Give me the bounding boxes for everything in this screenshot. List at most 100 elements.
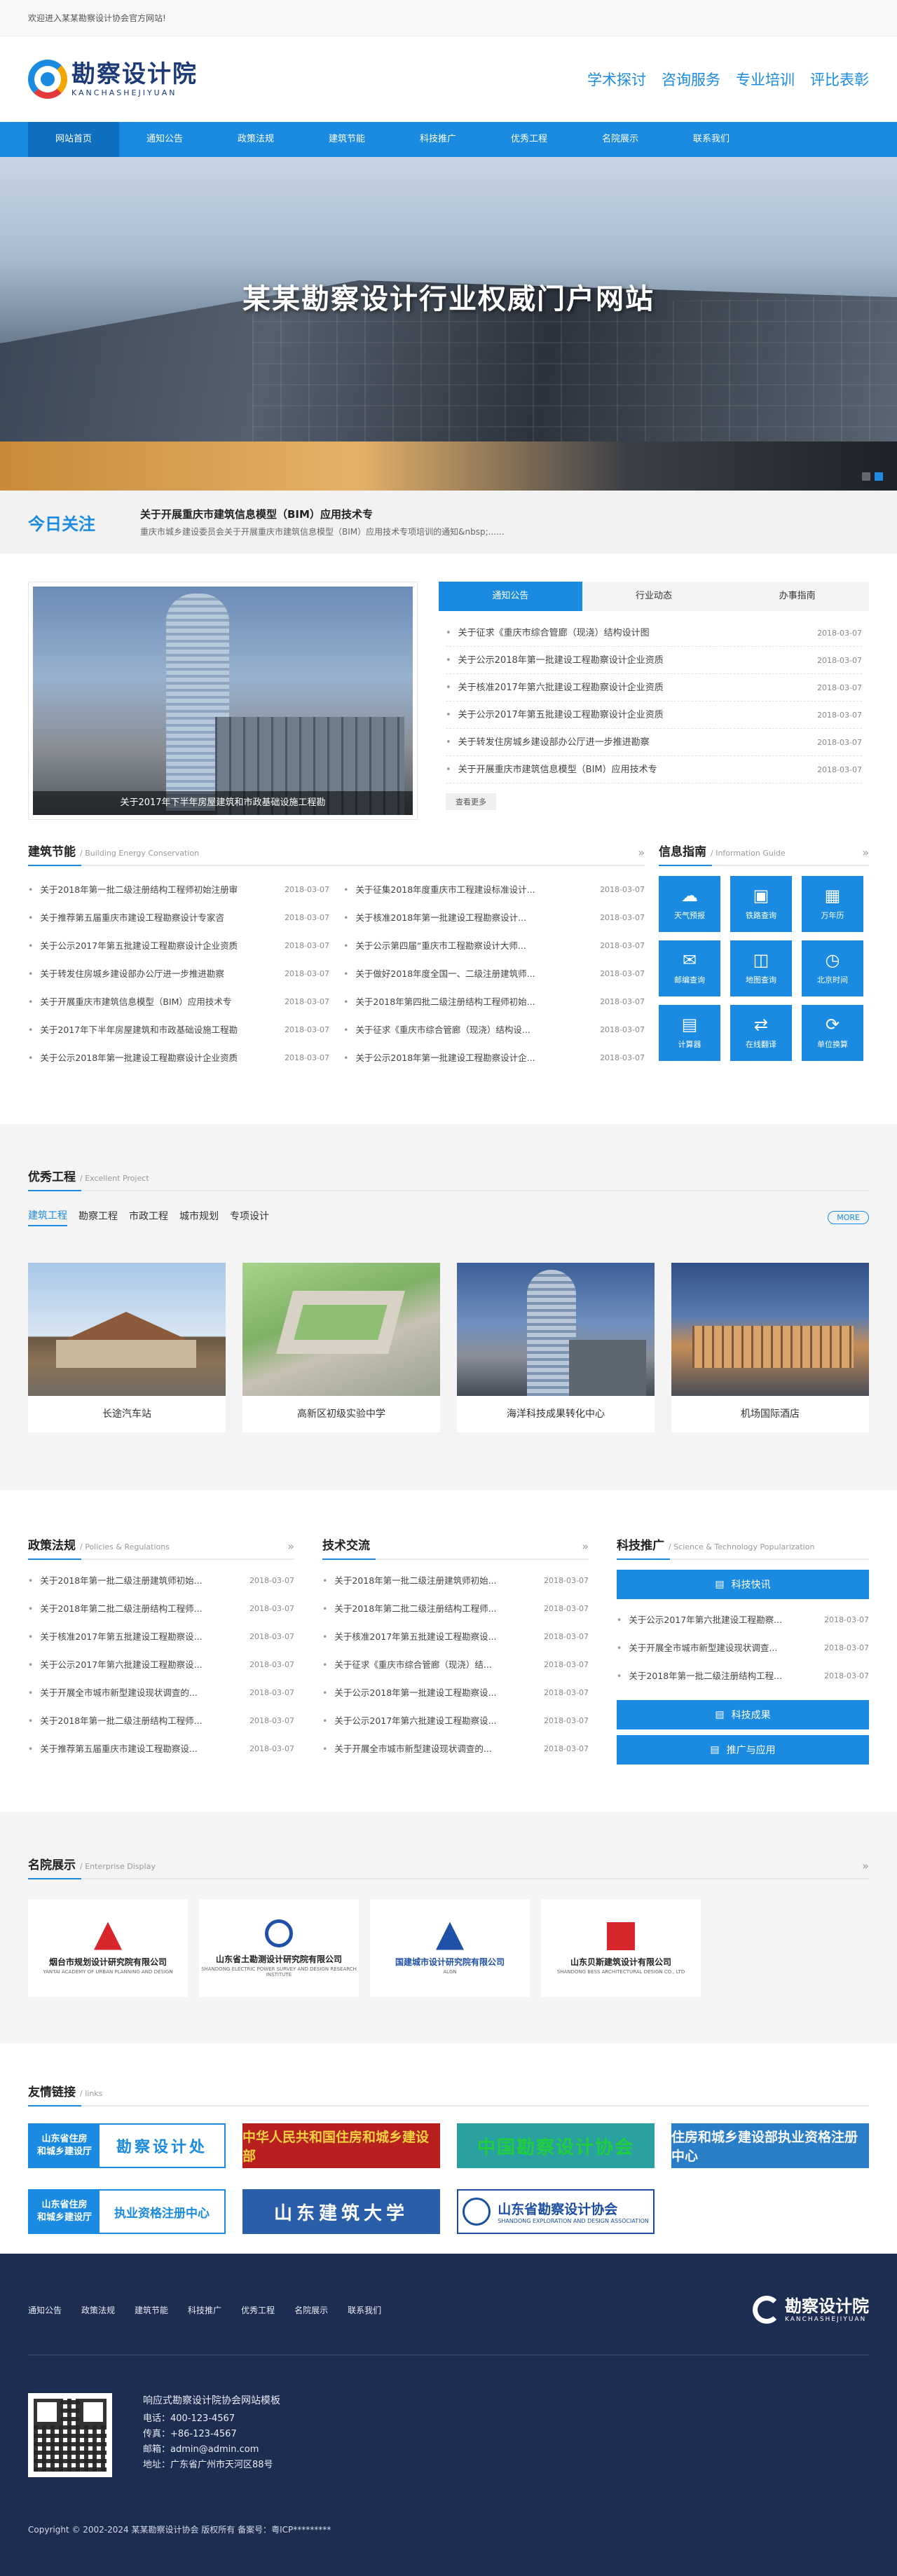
list-item[interactable]: 关于转发住房城乡建设部办公厅进一步推进勘察2018-03-07: [28, 960, 329, 988]
enterprise-card[interactable]: 烟台市规划设计研究院有限公司 YANTAI ACADEMY OF URBAN P…: [28, 1899, 188, 1997]
nav-item-projects[interactable]: 优秀工程: [484, 122, 575, 157]
list-item[interactable]: 关于公示第四届“重庆市工程勘察设计大师...2018-03-07: [343, 932, 645, 960]
footer-nav-item[interactable]: 通知公告: [28, 2304, 62, 2316]
list-item[interactable]: 关于公示2017年第六批建设工程勘察设...2018-03-07: [322, 1707, 589, 1735]
list-item[interactable]: 关于公示2018年第一批建设工程勘察设计企业资质2018-03-07: [446, 647, 862, 674]
more-arrow-icon[interactable]: »: [862, 1859, 869, 1872]
list-item[interactable]: 关于公示2017年第六批建设工程勘察设...2018-03-07: [28, 1651, 294, 1679]
project-card[interactable]: 高新区初级实验中学: [242, 1263, 440, 1432]
link-survey-design-office[interactable]: 山东省住房 和城乡建设厅 勘察设计处: [28, 2123, 226, 2168]
hero-banner[interactable]: 某某勘察设计行业权威门户网站: [0, 157, 897, 491]
nav-item-policy[interactable]: 政策法规: [210, 122, 301, 157]
footer-nav-item[interactable]: 联系我们: [348, 2304, 381, 2316]
time-button[interactable]: ◷ 北京时间: [802, 940, 863, 996]
more-arrow-icon[interactable]: »: [638, 846, 645, 859]
list-item[interactable]: 关于核准2017年第五批建设工程勘察设...2018-03-07: [322, 1623, 589, 1651]
list-item[interactable]: 关于公示2017年第五批建设工程勘察设计企业资质2018-03-07: [28, 932, 329, 960]
tab-municipal[interactable]: 市政工程: [129, 1209, 168, 1226]
list-item[interactable]: 关于征求《重庆市综合管廊（现浇）结构设...2018-03-07: [343, 1016, 645, 1044]
list-item[interactable]: 关于做好2018年度全国一、二级注册建筑师...2018-03-07: [343, 960, 645, 988]
postcode-button[interactable]: ✉ 邮编查询: [659, 940, 720, 996]
tab-notices[interactable]: 通知公告: [439, 582, 582, 611]
map-button[interactable]: ◫ 地图查询: [730, 940, 792, 996]
link-china-survey-association[interactable]: 中国勘察设计协会: [457, 2123, 655, 2168]
list-item[interactable]: 关于开展全市城市新型建设现状调查的...2018-03-07: [28, 1679, 294, 1707]
promotion-button[interactable]: ▤ 推广与应用: [617, 1735, 869, 1765]
list-item[interactable]: 关于征集2018年度重庆市工程建设标准设计...2018-03-07: [343, 876, 645, 904]
more-arrow-icon[interactable]: »: [862, 846, 869, 859]
weather-button[interactable]: ☁ 天气预报: [659, 876, 720, 932]
nav-item-contact[interactable]: 联系我们: [666, 122, 757, 157]
list-item[interactable]: 关于公示2018年第一批建设工程勘察设计企业资质2018-03-07: [28, 1044, 329, 1072]
project-card[interactable]: 海洋科技成果转化中心: [457, 1263, 655, 1432]
project-card[interactable]: 长途汽车站: [28, 1263, 226, 1432]
list-item[interactable]: 关于2018年第一批二级注册建筑师初始...2018-03-07: [28, 1567, 294, 1595]
railway-button[interactable]: ▣ 铁路查询: [730, 876, 792, 932]
tab-guide[interactable]: 办事指南: [725, 582, 869, 611]
more-arrow-icon[interactable]: »: [582, 1540, 589, 1553]
footer-logo[interactable]: 勘察设计院 KANCHASHEJIYUAN: [753, 2296, 869, 2324]
footer-email[interactable]: 邮箱：admin@admin.com: [143, 2442, 280, 2458]
link-shandong-survey-association[interactable]: 山东省勘察设计协会 SHANDONG EXPLORATION AND DESIGN…: [457, 2189, 655, 2234]
nav-item-institutes[interactable]: 名院展示: [575, 122, 666, 157]
tech-results-button[interactable]: ▤ 科技成果: [617, 1700, 869, 1729]
tab-building[interactable]: 建筑工程: [28, 1208, 67, 1226]
more-arrow-icon[interactable]: »: [287, 1540, 294, 1553]
link-shandong-jianzhu-university[interactable]: 山东建筑大学: [242, 2189, 440, 2234]
footer-nav-item[interactable]: 名院展示: [294, 2304, 328, 2316]
translate-button[interactable]: ⇄ 在线翻译: [730, 1005, 792, 1061]
tab-planning[interactable]: 城市规划: [179, 1209, 219, 1226]
list-item[interactable]: 关于征求《重庆市综合管廊（现浇）结...2018-03-07: [322, 1651, 589, 1679]
list-item[interactable]: 关于开展重庆市建筑信息模型（BIM）应用技术专2018-03-07: [28, 988, 329, 1016]
more-button[interactable]: MORE: [828, 1210, 869, 1224]
list-item[interactable]: 关于2018年第一批二级注册结构工程师...2018-03-07: [28, 1707, 294, 1735]
footer-nav-item[interactable]: 建筑节能: [135, 2304, 168, 2316]
list-item[interactable]: 关于核准2017年第五批建设工程勘察设...2018-03-07: [28, 1623, 294, 1651]
list-item[interactable]: 关于公示2018年第一批建设工程勘察设计企...2018-03-07: [343, 1044, 645, 1072]
list-item[interactable]: 关于核准2018年第一批建设工程勘察设计...2018-03-07: [343, 904, 645, 932]
list-item[interactable]: 关于推荐第五届重庆市建设工程勘察设计专家咨2018-03-07: [28, 904, 329, 932]
list-item[interactable]: 关于公示2017年第五批建设工程勘察设计企业资质2018-03-07: [446, 701, 862, 729]
list-item[interactable]: 关于2018年第一批二级注册建筑师初始...2018-03-07: [322, 1567, 589, 1595]
list-item[interactable]: 关于2018年第二批二级注册结构工程师...2018-03-07: [322, 1595, 589, 1623]
list-item[interactable]: 关于核准2017年第六批建设工程勘察设计企业资质2018-03-07: [446, 674, 862, 701]
tab-survey[interactable]: 勘察工程: [78, 1209, 118, 1226]
tab-industry[interactable]: 行业动态: [582, 582, 726, 611]
list-item[interactable]: 关于开展全市城市新型建设现状调查...2018-03-07: [617, 1634, 869, 1662]
list-item[interactable]: 关于开展全市城市新型建设现状调查的...2018-03-07: [322, 1735, 589, 1763]
nav-item-energy[interactable]: 建筑节能: [301, 122, 392, 157]
view-more-button[interactable]: 查看更多: [446, 793, 496, 810]
calendar-button[interactable]: ▦ 万年历: [802, 876, 863, 932]
news-photo[interactable]: 关于2017年下半年房屋建筑和市政基础设施工程勘: [28, 582, 418, 820]
enterprise-card[interactable]: 山东贝斯建筑设计有限公司 SHANDONG BESS ARCHITECTURAL…: [541, 1899, 701, 1997]
list-item[interactable]: 关于2018年第一批二级注册结构工程师初始注册审2018-03-07: [28, 876, 329, 904]
tab-special[interactable]: 专项设计: [230, 1209, 269, 1226]
banner-dot[interactable]: [862, 472, 870, 481]
project-card[interactable]: 机场国际酒店: [671, 1263, 869, 1432]
list-item[interactable]: 关于2018年第一批二级注册结构工程...2018-03-07: [617, 1662, 869, 1690]
link-ministry-housing[interactable]: 中华人民共和国住房和城乡建设部: [242, 2123, 440, 2168]
site-logo[interactable]: 勘察设计院 KANCHASHEJIYUAN: [28, 60, 198, 99]
nav-item-notices[interactable]: 通知公告: [119, 122, 210, 157]
list-item[interactable]: 关于2018年第四批二级注册结构工程师初始...2018-03-07: [343, 988, 645, 1016]
list-item[interactable]: 关于征求《重庆市综合管廊（现浇）结构设计图2018-03-07: [446, 619, 862, 647]
link-qualification-center[interactable]: 山东省住房 和城乡建设厅 执业资格注册中心: [28, 2189, 226, 2234]
focus-title[interactable]: 关于开展重庆市建筑信息模型（BIM）应用技术专: [140, 507, 505, 521]
nav-item-home[interactable]: 网站首页: [28, 122, 119, 157]
list-item[interactable]: 关于2017年下半年房屋建筑和市政基础设施工程勘2018-03-07: [28, 1016, 329, 1044]
enterprise-card[interactable]: 国建城市设计研究院有限公司 ALGN: [370, 1899, 530, 1997]
list-item[interactable]: 关于2018年第二批二级注册结构工程师...2018-03-07: [28, 1595, 294, 1623]
list-item[interactable]: 关于开展重庆市建筑信息模型（BIM）应用技术专2018-03-07: [446, 756, 862, 783]
list-item[interactable]: 关于公示2018年第一批建设工程勘察设...2018-03-07: [322, 1679, 589, 1707]
list-item[interactable]: 关于推荐第五届重庆市建设工程勘察设...2018-03-07: [28, 1735, 294, 1763]
footer-nav-item[interactable]: 科技推广: [188, 2304, 221, 2316]
list-item[interactable]: 关于转发住房城乡建设部办公厅进一步推进勘察2018-03-07: [446, 729, 862, 756]
link-registration-center[interactable]: 住房和城乡建设部执业资格注册中心: [671, 2123, 869, 2168]
list-item[interactable]: 关于公示2017年第六批建设工程勘察...2018-03-07: [617, 1606, 869, 1634]
footer-nav-item[interactable]: 政策法规: [81, 2304, 115, 2316]
unit-convert-button[interactable]: ⟳ 单位换算: [802, 1005, 863, 1061]
footer-nav-item[interactable]: 优秀工程: [241, 2304, 275, 2316]
enterprise-card[interactable]: 山东省土勘测设计研究院有限公司 SHANDONG ELECTRIC POWER …: [199, 1899, 359, 1997]
banner-dot-active[interactable]: [875, 472, 883, 481]
tech-news-button[interactable]: ▤ 科技快讯: [617, 1570, 869, 1599]
